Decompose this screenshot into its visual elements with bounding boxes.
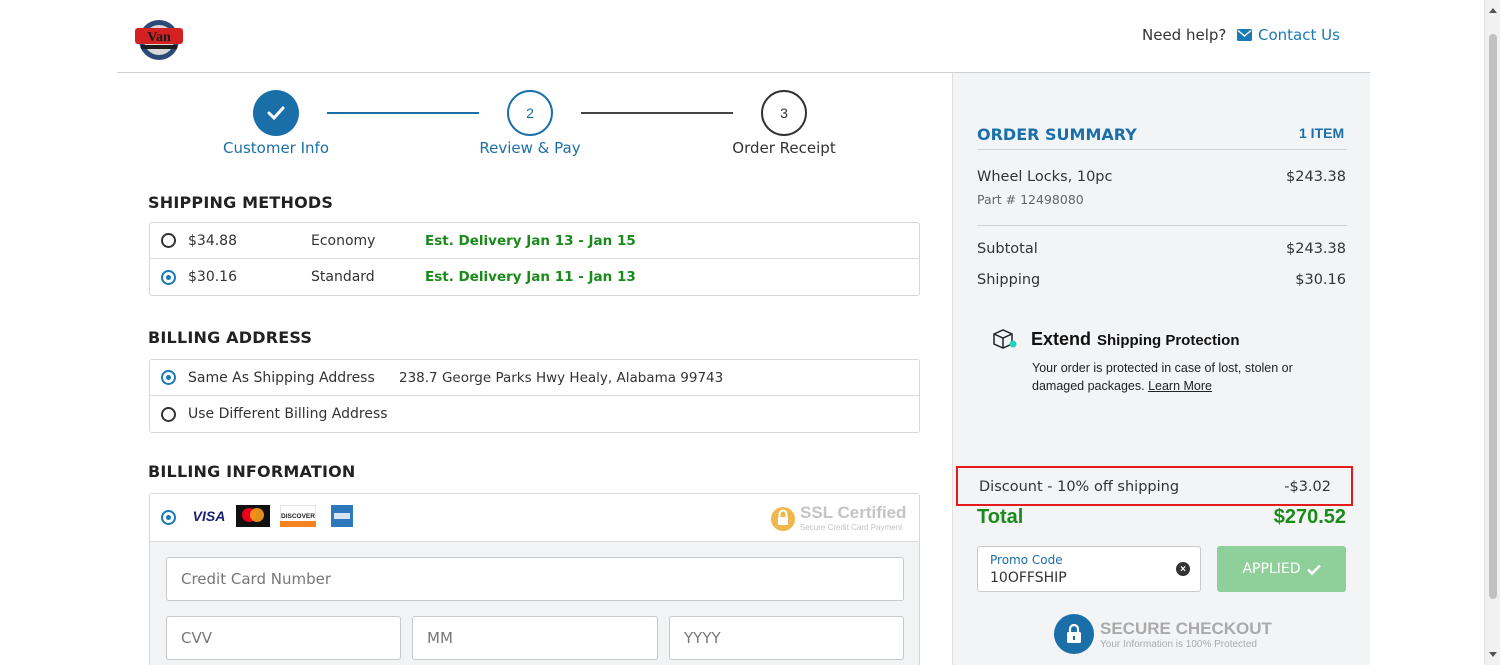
subtotal-label: Subtotal — [977, 241, 1038, 257]
store-logo[interactable]: Van — [133, 14, 185, 61]
need-help-text: Need help? — [1142, 26, 1227, 44]
checkmark-icon — [1306, 564, 1321, 575]
shipping-price: $34.88 — [188, 232, 237, 249]
shipping-name: Standard — [311, 269, 375, 285]
shipping-value: $30.16 — [1295, 272, 1346, 288]
billing-address-title: BILLING ADDRESS — [148, 328, 313, 347]
item-part-number: Part # 12498080 — [977, 192, 1084, 207]
checkout-page: Van Need help? Contact Us 2 3 Customer I… — [0, 0, 1500, 665]
discover-icon: DISCOVER — [280, 505, 316, 527]
discount-row: Discount - 10% off shipping -$3.02 — [956, 466, 1353, 506]
extend-protection-title: Extend Shipping Protection — [1031, 329, 1240, 350]
radio-different-address[interactable] — [161, 406, 176, 422]
summary-divider — [977, 149, 1347, 150]
shipping-option-standard[interactable]: $30.16 Standard Est. Delivery Jan 11 - J… — [150, 259, 919, 295]
billing-address-text: 238.7 George Parks Hwy Healy, Alabama 99… — [399, 369, 724, 386]
svg-text:VISA: VISA — [193, 508, 226, 524]
extend-brand: Extend — [1031, 329, 1092, 349]
promo-code-field[interactable]: Promo Code 10OFFSHIP × — [977, 546, 1201, 592]
shipping-delivery: Est. Delivery Jan 13 - Jan 15 — [425, 232, 636, 249]
svg-text:Van: Van — [147, 30, 171, 45]
expiry-year-input[interactable]: YYYY — [669, 616, 904, 660]
order-item-count: 1 ITEM — [1299, 125, 1345, 141]
cvv-input[interactable]: CVV — [166, 616, 401, 660]
subtotal-value: $243.38 — [1286, 241, 1346, 257]
step-2-current: 2 — [507, 90, 553, 136]
item-price: $243.38 — [1286, 169, 1346, 185]
shipping-price: $30.16 — [188, 269, 237, 285]
radio-standard[interactable] — [161, 269, 176, 285]
lock-icon — [771, 506, 795, 531]
ssl-subtitle: Secure Credit Card Payment — [800, 523, 903, 532]
credit-card-number-input[interactable]: Credit Card Number — [166, 557, 904, 601]
billing-information-title: BILLING INFORMATION — [148, 462, 356, 481]
order-summary-title: ORDER SUMMARY — [977, 125, 1137, 144]
clear-promo-icon[interactable]: × — [1176, 562, 1190, 576]
contact-us-label: Contact Us — [1258, 26, 1340, 44]
learn-more-link[interactable]: Learn More — [1148, 379, 1212, 393]
shipping-name: Economy — [311, 232, 376, 249]
promo-code-label: Promo Code — [990, 553, 1063, 567]
svg-text:DISCOVER: DISCOVER — [281, 513, 315, 520]
ssl-title: SSL Certified — [800, 503, 907, 522]
secure-checkout-badge: SECURE CHECKOUT Your Information is 100%… — [1054, 614, 1272, 654]
secure-checkout-title: SECURE CHECKOUT — [1100, 618, 1272, 638]
ssl-certified-badge: SSL Certified Secure Credit Card Payment — [770, 503, 906, 532]
payment-method-row[interactable]: VISA DISCOVER SSL Certified Secure Credi… — [150, 494, 919, 542]
step-connector-1 — [327, 112, 479, 114]
step-3-upcoming: 3 — [761, 90, 807, 136]
envelope-icon — [1237, 29, 1252, 41]
order-summary-panel: ORDER SUMMARY 1 ITEM Wheel Locks, 10pc $… — [952, 73, 1370, 665]
radio-same-address[interactable] — [161, 370, 176, 385]
billing-address-box: Same As Shipping Address 238.7 George Pa… — [149, 359, 920, 433]
billing-option-label: Same As Shipping Address — [188, 369, 375, 386]
contact-us-link[interactable]: Contact Us — [1237, 26, 1340, 44]
discount-value: -$3.02 — [1284, 479, 1331, 495]
step-label-customer-info[interactable]: Customer Info — [196, 139, 356, 157]
visa-icon: VISA — [193, 508, 226, 524]
billing-option-label: Use Different Billing Address — [188, 406, 388, 422]
radio-credit-card[interactable] — [161, 510, 176, 525]
radio-economy[interactable] — [161, 233, 176, 248]
billing-option-same[interactable]: Same As Shipping Address 238.7 George Pa… — [150, 360, 919, 396]
billing-option-different[interactable]: Use Different Billing Address — [150, 396, 919, 432]
secure-checkout-subtitle: Your Information is 100% Protected — [1100, 638, 1257, 650]
amex-icon — [331, 505, 353, 527]
scroll-down-icon[interactable] — [1489, 652, 1497, 657]
total-value: $270.52 — [1273, 506, 1346, 528]
step-label-order-receipt: Order Receipt — [732, 139, 836, 157]
applied-label: APPLIED — [1242, 561, 1301, 577]
scroll-thumb[interactable] — [1489, 34, 1497, 599]
step-label-review-pay: Review & Pay — [479, 139, 581, 157]
shipping-methods-title: SHIPPING METHODS — [148, 193, 334, 212]
checkmark-icon — [267, 106, 285, 120]
shipping-methods-box: $34.88 Economy Est. Delivery Jan 13 - Ja… — [149, 222, 920, 296]
lock-icon — [1054, 614, 1094, 654]
shipping-delivery: Est. Delivery Jan 11 - Jan 13 — [425, 269, 636, 285]
expiry-month-input[interactable]: MM — [412, 616, 658, 660]
payment-box: VISA DISCOVER SSL Certified Secure Credi… — [149, 493, 920, 665]
extend-tagline: Shipping Protection — [1097, 332, 1240, 349]
summary-divider — [977, 225, 1347, 226]
step-connector-2 — [581, 112, 733, 114]
package-icon — [993, 329, 1017, 349]
total-label: Total — [977, 506, 1024, 528]
shipping-label: Shipping — [977, 272, 1041, 288]
item-name: Wheel Locks, 10pc — [977, 169, 1113, 185]
mastercard-icon — [236, 505, 270, 527]
discount-label: Discount - 10% off shipping — [979, 479, 1180, 495]
page-scrollbar[interactable] — [1484, 0, 1500, 665]
applied-button[interactable]: APPLIED — [1217, 546, 1346, 592]
scroll-up-icon[interactable] — [1489, 8, 1497, 13]
shipping-option-economy[interactable]: $34.88 Economy Est. Delivery Jan 13 - Ja… — [150, 223, 919, 259]
promo-code-value: 10OFFSHIP — [990, 570, 1067, 586]
step-1-completed[interactable] — [253, 90, 299, 136]
extend-description: Your order is protected in case of lost,… — [1032, 359, 1332, 395]
